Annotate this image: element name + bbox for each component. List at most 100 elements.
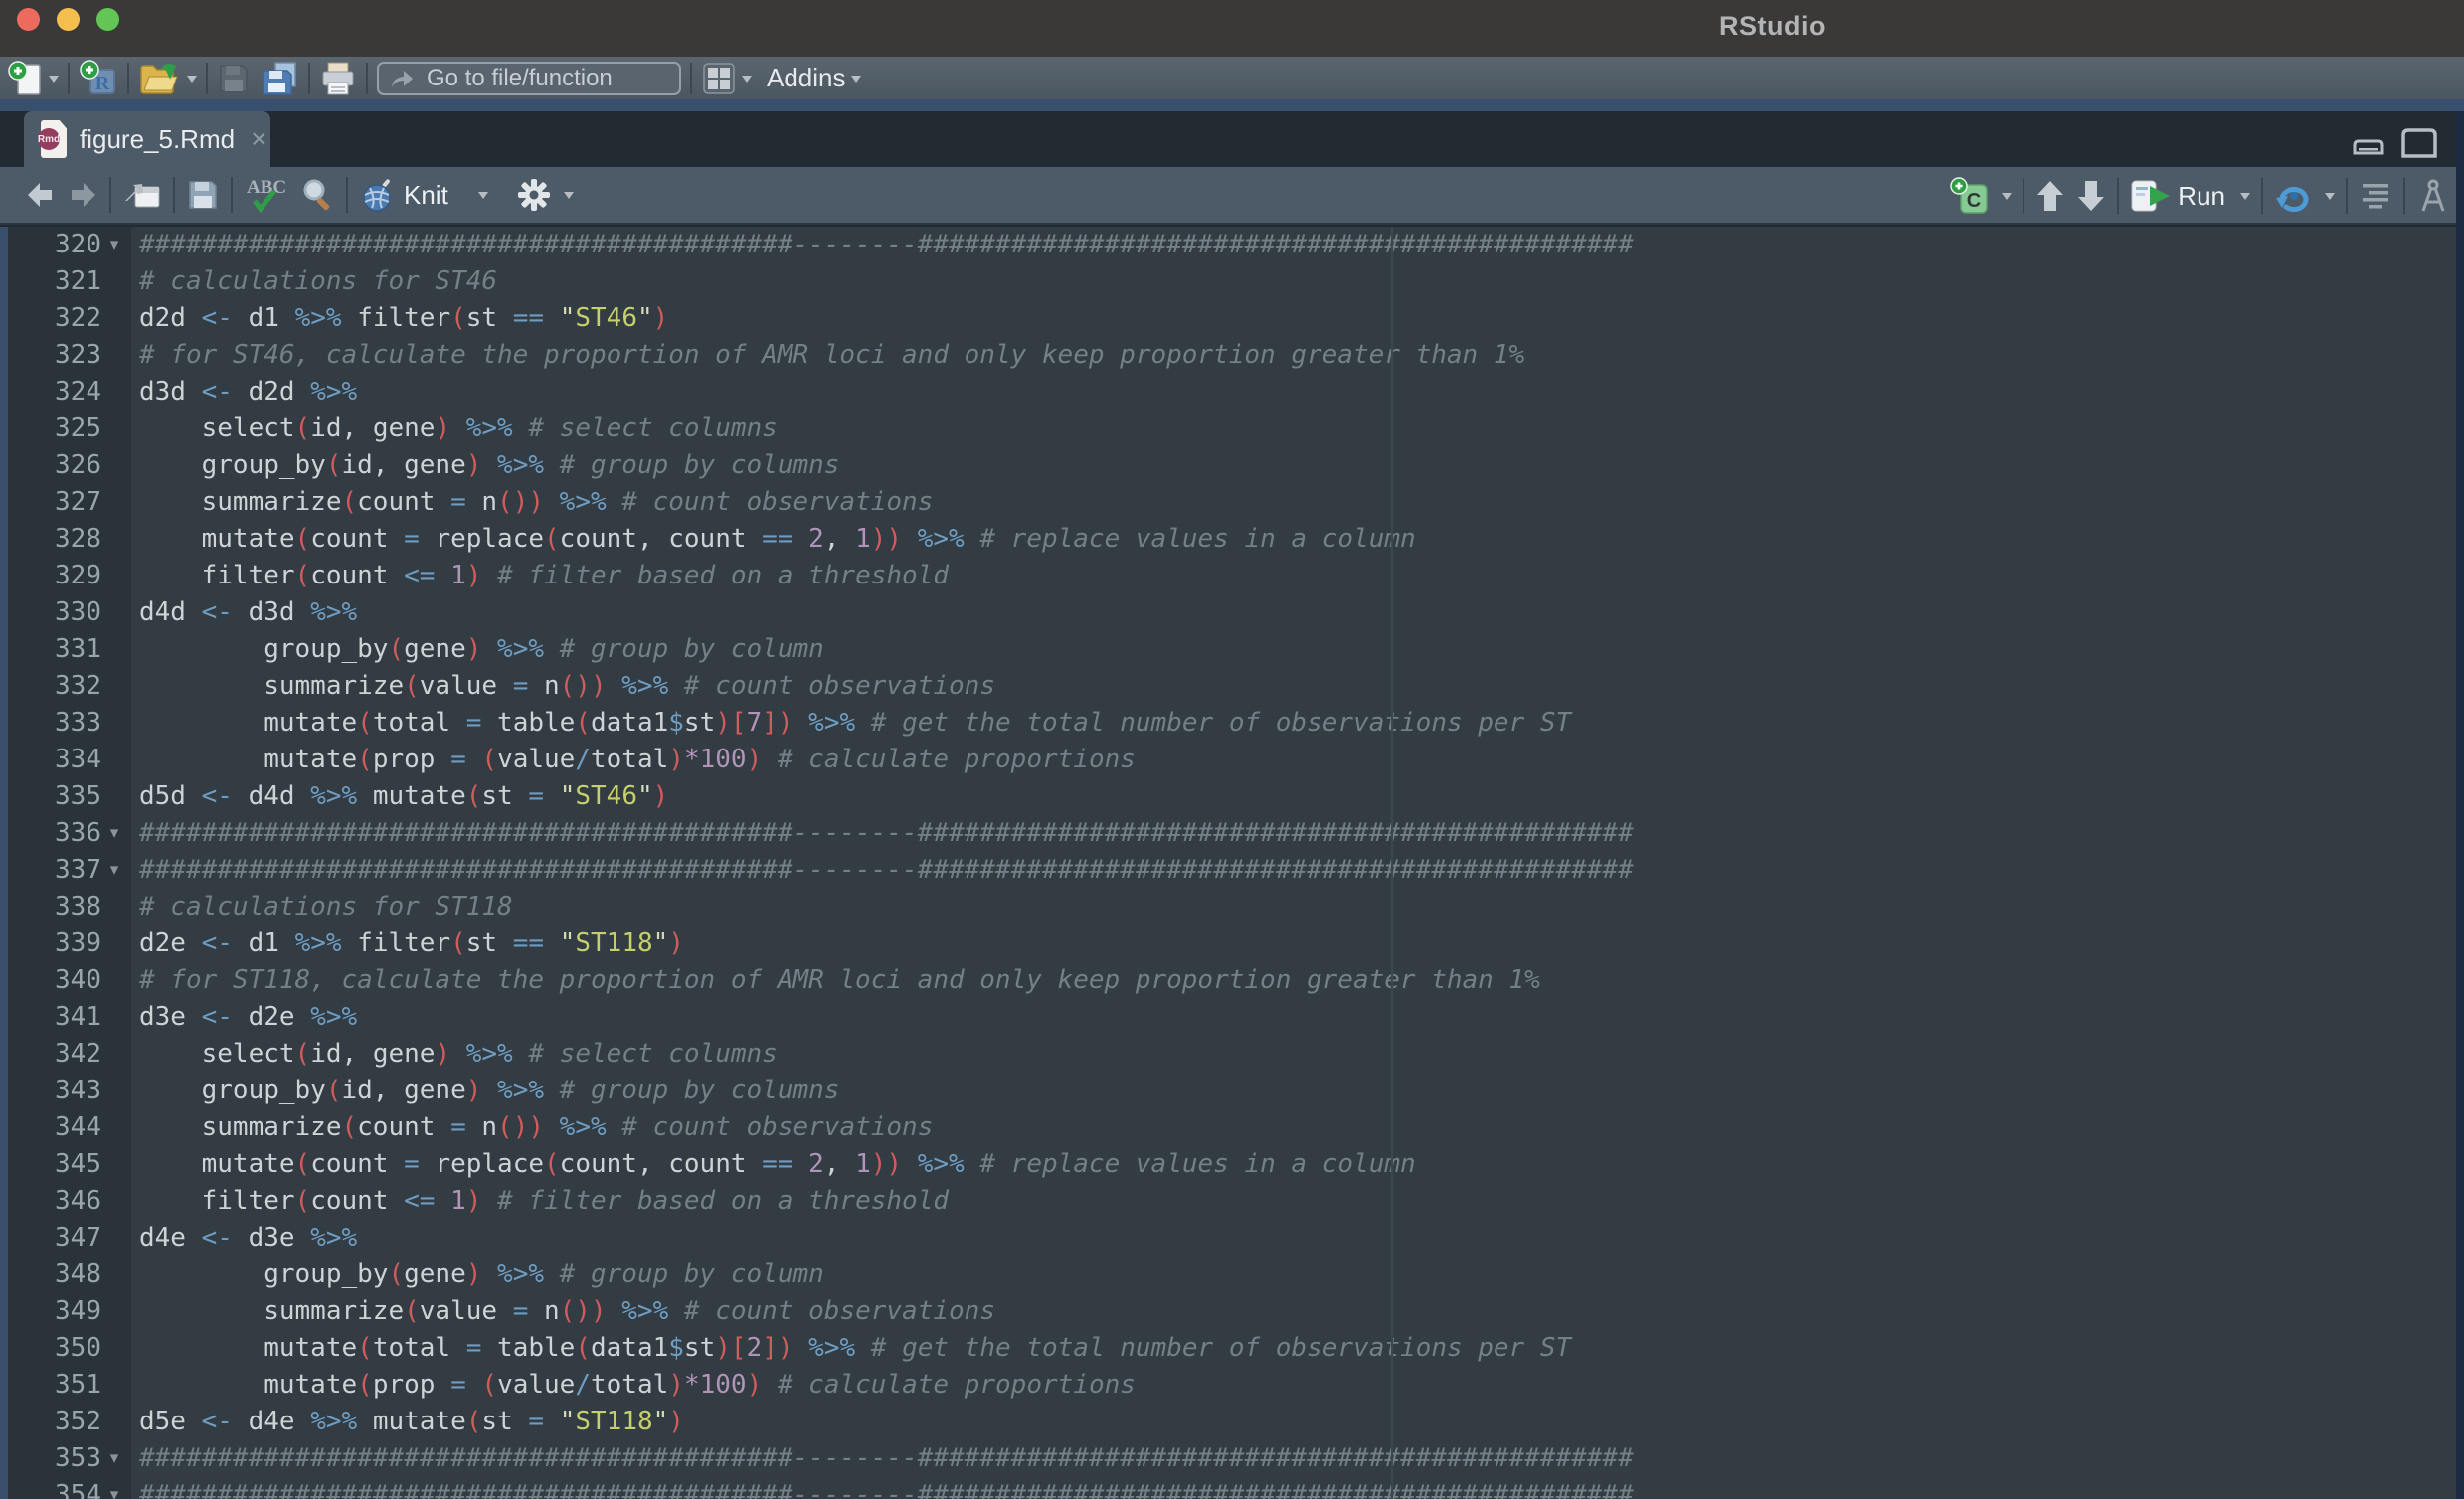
fold-toggle-icon[interactable]: ▾: [101, 1440, 127, 1477]
code-line[interactable]: 332 summarize(value = n()) %>% # count o…: [0, 668, 2464, 705]
line-gutter[interactable]: 342: [8, 1036, 131, 1073]
code-line[interactable]: 329 filter(count <= 1) # filter based on…: [0, 558, 2464, 594]
code-text[interactable]: filter(count <= 1) # filter based on a t…: [131, 1183, 949, 1220]
code-line[interactable]: 334 mutate(prop = (value/total)*100) # c…: [0, 742, 2464, 778]
code-line[interactable]: 333 mutate(total = table(data1$st)[7]) %…: [0, 705, 2464, 742]
insert-chunk-dropdown-icon[interactable]: [2002, 193, 2012, 205]
code-text[interactable]: d4e <- d3e %>%: [131, 1220, 357, 1256]
print-button[interactable]: [319, 61, 357, 96]
line-gutter[interactable]: 337▾: [8, 852, 131, 889]
code-line[interactable]: 338# calculations for ST118: [0, 889, 2464, 925]
line-gutter[interactable]: 323: [8, 337, 131, 374]
settings-gear-icon[interactable]: [516, 177, 552, 213]
code-line[interactable]: 331 group_by(gene) %>% # group by column: [0, 631, 2464, 668]
code-text[interactable]: mutate(total = table(data1$st)[2]) %>% #…: [131, 1330, 1571, 1367]
line-gutter[interactable]: 324: [8, 374, 131, 411]
maximize-pane-icon[interactable]: [2398, 125, 2440, 159]
line-gutter[interactable]: 354▾: [8, 1477, 131, 1499]
insert-chunk-icon[interactable]: C: [1949, 177, 1991, 215]
line-gutter[interactable]: 334: [8, 742, 131, 778]
run-button[interactable]: Run: [2130, 178, 2229, 214]
line-gutter[interactable]: 345: [8, 1146, 131, 1183]
code-text[interactable]: d2e <- d1 %>% filter(st == "ST118"): [131, 925, 684, 962]
code-line[interactable]: 324d3d <- d2d %>%: [0, 374, 2464, 411]
code-line[interactable]: 339d2e <- d1 %>% filter(st == "ST118"): [0, 925, 2464, 962]
settings-dropdown-icon[interactable]: [564, 192, 574, 204]
new-project-button[interactable]: R: [79, 60, 118, 97]
line-gutter[interactable]: 338: [8, 889, 131, 925]
line-gutter[interactable]: 325: [8, 411, 131, 447]
line-gutter[interactable]: 351: [8, 1367, 131, 1404]
code-line[interactable]: 343 group_by(id, gene) %>% # group by co…: [0, 1073, 2464, 1109]
code-text[interactable]: group_by(gene) %>% # group by column: [131, 1256, 824, 1293]
line-gutter[interactable]: 349: [8, 1293, 131, 1330]
code-text[interactable]: summarize(count = n()) %>% # count obser…: [131, 1109, 933, 1146]
code-line[interactable]: 345 mutate(count = replace(count, count …: [0, 1146, 2464, 1183]
line-gutter[interactable]: 326: [8, 447, 131, 484]
back-icon[interactable]: [26, 181, 56, 209]
code-text[interactable]: mutate(count = replace(count, count == 2…: [131, 521, 1416, 558]
code-text[interactable]: d5d <- d4d %>% mutate(st = "ST46"): [131, 778, 668, 815]
line-gutter[interactable]: 341: [8, 999, 131, 1036]
line-gutter[interactable]: 347: [8, 1220, 131, 1256]
tab-figure-5-rmd[interactable]: Rmd figure_5.Rmd ×: [24, 111, 270, 167]
code-text[interactable]: ########################################…: [131, 815, 1634, 852]
line-gutter[interactable]: 343: [8, 1073, 131, 1109]
open-file-button[interactable]: [138, 61, 197, 96]
code-text[interactable]: # for ST46, calculate the proportion of …: [131, 337, 1524, 374]
code-line[interactable]: 322d2d <- d1 %>% filter(st == "ST46"): [0, 300, 2464, 337]
code-line[interactable]: 337▾####################################…: [0, 852, 2464, 889]
save-all-button[interactable]: [260, 61, 299, 96]
code-line[interactable]: 347d4e <- d3e %>%: [0, 1220, 2464, 1256]
code-text[interactable]: group_by(id, gene) %>% # group by column…: [131, 447, 839, 484]
run-dropdown-icon[interactable]: [2240, 193, 2250, 205]
pane-layout-button[interactable]: [701, 61, 752, 96]
line-gutter[interactable]: 331: [8, 631, 131, 668]
code-line[interactable]: 328 mutate(count = replace(count, count …: [0, 521, 2464, 558]
code-text[interactable]: ########################################…: [131, 227, 1634, 263]
new-file-button[interactable]: [8, 60, 59, 97]
line-gutter[interactable]: 330: [8, 594, 131, 631]
new-file-dropdown-icon[interactable]: [49, 76, 59, 87]
save-button[interactable]: [217, 62, 251, 95]
line-gutter[interactable]: 352: [8, 1404, 131, 1440]
line-gutter[interactable]: 336▾: [8, 815, 131, 852]
code-text[interactable]: mutate(total = table(data1$st)[7]) %>% #…: [131, 705, 1571, 742]
code-text[interactable]: summarize(count = n()) %>% # count obser…: [131, 484, 933, 521]
code-text[interactable]: mutate(prop = (value/total)*100) # calcu…: [131, 742, 1136, 778]
forward-icon[interactable]: [68, 181, 97, 209]
code-line[interactable]: 349 summarize(value = n()) %>% # count o…: [0, 1293, 2464, 1330]
code-text[interactable]: summarize(value = n()) %>% # count obser…: [131, 1293, 995, 1330]
code-line[interactable]: 336▾####################################…: [0, 815, 2464, 852]
code-line[interactable]: 323# for ST46, calculate the proportion …: [0, 337, 2464, 374]
popout-window-icon[interactable]: [123, 179, 161, 211]
document-outline-icon[interactable]: [2359, 181, 2392, 211]
rerun-dropdown-icon[interactable]: [2325, 193, 2335, 205]
line-gutter[interactable]: 335: [8, 778, 131, 815]
code-line[interactable]: 327 summarize(count = n()) %>% # count o…: [0, 484, 2464, 521]
line-gutter[interactable]: 340: [8, 962, 131, 999]
code-line[interactable]: 326 group_by(id, gene) %>% # group by co…: [0, 447, 2464, 484]
code-text[interactable]: ########################################…: [131, 1477, 1634, 1499]
fold-toggle-icon[interactable]: ▾: [101, 815, 127, 852]
code-text[interactable]: select(id, gene) %>% # select columns: [131, 1036, 778, 1073]
line-gutter[interactable]: 339: [8, 925, 131, 962]
code-line[interactable]: 348 group_by(gene) %>% # group by column: [0, 1256, 2464, 1293]
goto-file-search[interactable]: [377, 62, 681, 95]
code-line[interactable]: 320▾####################################…: [0, 227, 2464, 263]
code-text[interactable]: filter(count <= 1) # filter based on a t…: [131, 558, 949, 594]
code-line[interactable]: 346 filter(count <= 1) # filter based on…: [0, 1183, 2464, 1220]
code-text[interactable]: group_by(id, gene) %>% # group by column…: [131, 1073, 839, 1109]
fold-toggle-icon[interactable]: ▾: [101, 1477, 127, 1499]
code-text[interactable]: ########################################…: [131, 1440, 1634, 1477]
tab-close-icon[interactable]: ×: [251, 129, 266, 149]
save-source-icon[interactable]: [187, 179, 219, 211]
go-next-chunk-icon[interactable]: [2076, 179, 2106, 213]
line-gutter[interactable]: 346: [8, 1183, 131, 1220]
code-line[interactable]: 351 mutate(prop = (value/total)*100) # c…: [0, 1367, 2464, 1404]
code-text[interactable]: d2d <- d1 %>% filter(st == "ST46"): [131, 300, 668, 337]
code-line[interactable]: 350 mutate(total = table(data1$st)[2]) %…: [0, 1330, 2464, 1367]
zoom-window-icon[interactable]: [96, 8, 119, 31]
code-line[interactable]: 354▾####################################…: [0, 1477, 2464, 1499]
addins-dropdown-icon[interactable]: [851, 76, 861, 87]
